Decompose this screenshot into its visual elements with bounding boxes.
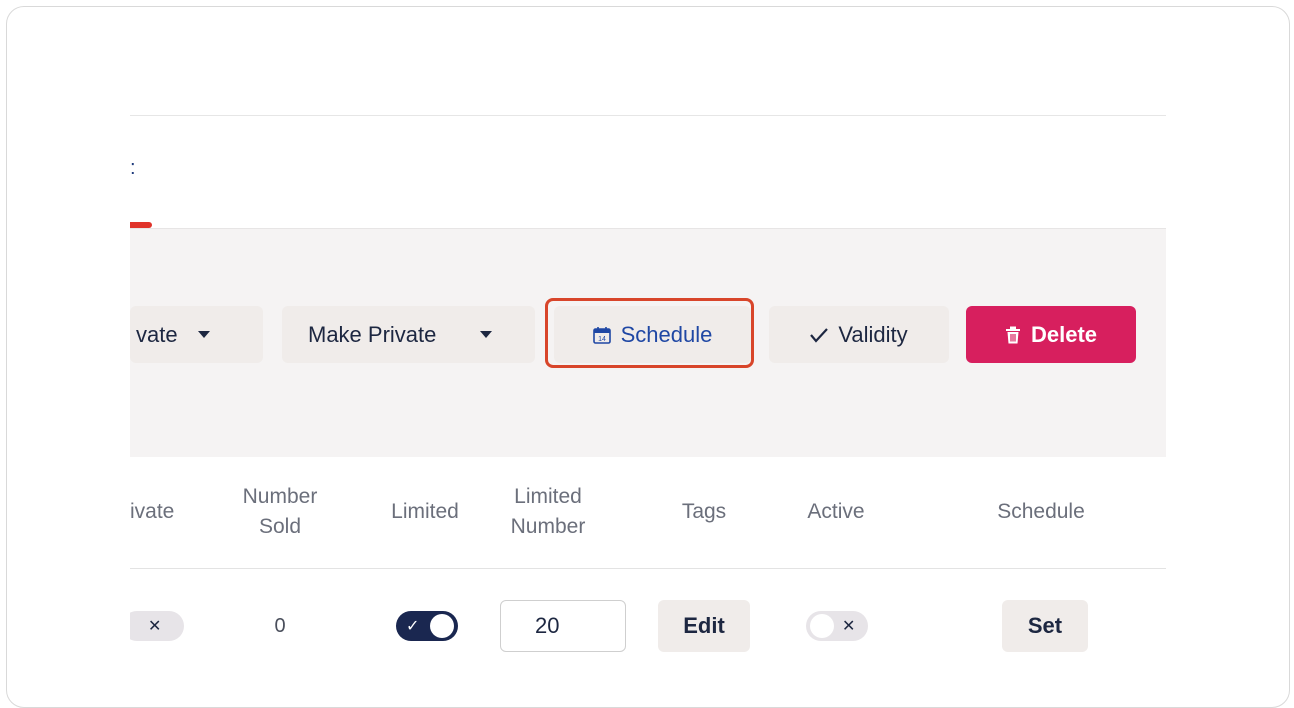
table-header: ivate Number Sold Limited Limited Number… bbox=[130, 456, 1166, 569]
toggle-knob bbox=[810, 614, 834, 638]
private-toggle[interactable]: ✕ bbox=[130, 611, 184, 641]
actions-panel: vate Make Private 14 Schedule Validity D… bbox=[130, 228, 1166, 457]
limited-toggle[interactable]: ✓ bbox=[396, 611, 458, 641]
toggle-knob bbox=[430, 614, 454, 638]
limited-toggle-cell: ✓ bbox=[392, 600, 462, 652]
schedule-cell: Set bbox=[1002, 600, 1088, 652]
private-toggle-cell: ✕ bbox=[130, 600, 190, 652]
private-dropdown-label: vate bbox=[136, 321, 178, 347]
header-limited-number: Limited Number bbox=[510, 485, 586, 538]
schedule-highlight bbox=[545, 298, 754, 368]
header-limited: Limited bbox=[391, 500, 459, 523]
chevron-down-icon bbox=[197, 331, 210, 338]
private-dropdown-button[interactable]: vate bbox=[130, 306, 263, 363]
tags-cell: Edit bbox=[658, 600, 750, 652]
validity-label: Validity bbox=[838, 321, 908, 347]
delete-button[interactable]: Delete bbox=[966, 306, 1136, 363]
active-toggle-cell: ✕ bbox=[802, 600, 872, 652]
limited-number-input[interactable]: 20 bbox=[500, 600, 626, 652]
check-icon bbox=[810, 327, 829, 343]
make-private-dropdown-button[interactable]: Make Private bbox=[282, 306, 535, 363]
close-icon: ✕ bbox=[842, 618, 856, 635]
close-icon: ✕ bbox=[148, 618, 162, 635]
header-private: ivate bbox=[130, 500, 175, 523]
content-viewport: : vate Make Private 14 Schedule Validity… bbox=[130, 0, 1166, 667]
header-schedule: Schedule bbox=[997, 500, 1085, 523]
header-active: Active bbox=[807, 500, 865, 523]
divider bbox=[130, 115, 1166, 116]
tab-fragment: : bbox=[130, 157, 136, 179]
limited-number-cell: 20 bbox=[498, 600, 628, 652]
chevron-down-icon bbox=[480, 331, 493, 338]
active-toggle[interactable]: ✕ bbox=[806, 611, 868, 641]
make-private-label: Make Private bbox=[308, 321, 437, 347]
validity-button[interactable]: Validity bbox=[769, 306, 949, 363]
check-icon: ✓ bbox=[406, 618, 420, 635]
delete-label: Delete bbox=[1030, 321, 1098, 347]
edit-tags-button[interactable]: Edit bbox=[658, 600, 750, 652]
set-schedule-button[interactable]: Set bbox=[1002, 600, 1088, 652]
number-sold-value: 0 bbox=[274, 614, 286, 637]
header-number-sold: Number Sold bbox=[242, 485, 318, 538]
trash-icon bbox=[1005, 326, 1021, 344]
table-row: ✕ 0 ✓ 20 Edit ✕ Set bbox=[130, 580, 1166, 667]
header-tags: Tags bbox=[681, 500, 727, 523]
